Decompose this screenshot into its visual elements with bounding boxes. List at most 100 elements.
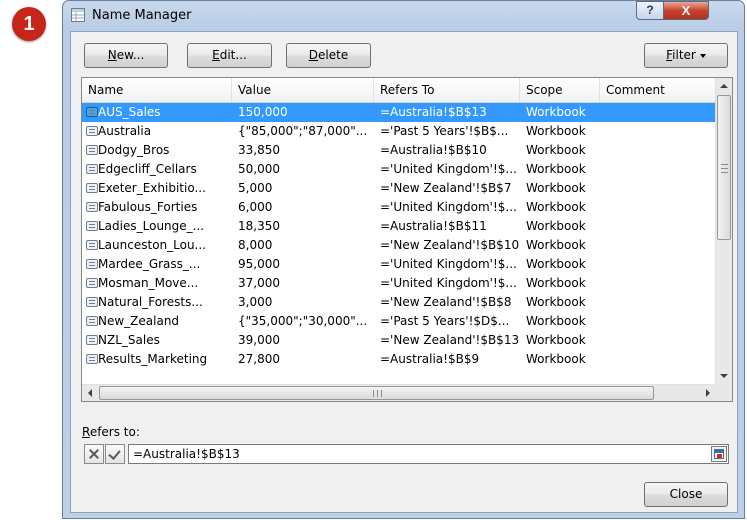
defined-name-icon: [86, 259, 98, 269]
table-row[interactable]: NZL_Sales 39,000 ='New Zealand'!$B$13 Workb…: [82, 331, 716, 350]
cell-refers-to: ='New Zealand'!$B$10: [380, 238, 520, 252]
cell-refers-to: =Australia!$B$11: [380, 219, 487, 233]
column-header-value[interactable]: Value: [232, 78, 374, 102]
defined-name-icon: [86, 240, 98, 250]
help-button[interactable]: ?: [636, 1, 664, 20]
defined-name-icon: [86, 145, 98, 155]
cell-refers-to: ='Past 5 Years'!$B$...: [380, 124, 509, 138]
table-row[interactable]: AUS_Sales 150,000 =Australia!$B$13 Workbook: [82, 103, 716, 122]
list-rows: AUS_Sales 150,000 =Australia!$B$13 Workbook…: [82, 103, 716, 369]
table-row[interactable]: Dodgy_Bros 33,850 =Australia!$B$10 Workbook: [82, 141, 716, 160]
cell-name: Fabulous_Forties: [98, 200, 198, 214]
column-header-comment[interactable]: Comment: [600, 78, 716, 102]
cell-value: {"35,000";"30,000"...: [238, 314, 368, 328]
table-row[interactable]: Ladies_Lounge_... 18,350 =Australia!$B$11 W…: [82, 217, 716, 236]
table-row[interactable]: Fabulous_Forties 6,000 ='United Kingdom'!$…: [82, 198, 716, 217]
cell-value: 18,350: [238, 219, 280, 233]
delete-button[interactable]: Delete: [286, 43, 371, 68]
defined-name-icon: [86, 164, 98, 174]
defined-name-icon: [86, 354, 98, 364]
cell-scope: Workbook: [526, 333, 586, 347]
cell-refers-to: ='United Kingdom'!$...: [380, 200, 517, 214]
vertical-scroll-thumb[interactable]: [717, 95, 731, 240]
cell-scope: Workbook: [526, 162, 586, 176]
defined-name-icon: [86, 107, 98, 117]
table-row[interactable]: New_Zealand {"35,000";"30,000"... ='Past 5…: [82, 312, 716, 331]
cell-name: New_Zealand: [98, 314, 180, 328]
defined-name-icon: [86, 202, 98, 212]
horizontal-scroll-thumb[interactable]: [99, 386, 654, 400]
cell-value: 8,000: [238, 238, 273, 252]
table-row[interactable]: Australia {"85,000";"87,000"... ='Past 5 Y…: [82, 122, 716, 141]
cell-comment: [606, 236, 706, 255]
defined-name-icon: [86, 335, 98, 345]
table-row[interactable]: Edgecliff_Cellars 50,000 ='United Kingdom'…: [82, 160, 716, 179]
new-button[interactable]: New...: [84, 43, 168, 68]
edit-button[interactable]: Edit...: [187, 43, 272, 68]
excel-app-icon: [71, 8, 85, 22]
table-row[interactable]: Exeter_Exhibitio... 5,000 ='New Zealand'!$…: [82, 179, 716, 198]
cell-refers-to: =Australia!$B$10: [380, 143, 487, 157]
defined-name-icon: [86, 316, 98, 326]
filter-button[interactable]: Filter: [644, 43, 728, 68]
cell-name: Australia: [98, 124, 152, 138]
window-close-button[interactable]: X: [663, 1, 709, 20]
cell-value: 27,800: [238, 352, 280, 366]
scroll-right-arrow-icon[interactable]: [706, 389, 710, 397]
title-bar[interactable]: Name Manager ? X: [63, 1, 744, 31]
column-header-scope[interactable]: Scope: [520, 78, 600, 102]
defined-name-icon: [86, 183, 98, 193]
cell-comment: [606, 217, 706, 236]
column-header-name[interactable]: Name: [82, 78, 232, 102]
horizontal-scrollbar[interactable]: [82, 384, 716, 401]
column-header-refers-to[interactable]: Refers To: [374, 78, 520, 102]
cell-name: Ladies_Lounge_...: [98, 219, 205, 233]
cell-value: 5,000: [238, 181, 273, 195]
names-list[interactable]: Name Value Refers To Scope Comment AUS_S…: [81, 77, 733, 402]
vertical-scrollbar[interactable]: [715, 78, 732, 384]
table-row[interactable]: Natural_Forests... 3,000 ='New Zealand'!$B…: [82, 293, 716, 312]
defined-name-icon: [86, 297, 98, 307]
cell-comment: [606, 331, 706, 350]
new-button-label: ew...: [116, 48, 145, 62]
close-button[interactable]: Close: [644, 482, 728, 507]
dialog-title: Name Manager: [92, 8, 192, 23]
cell-value: 39,000: [238, 333, 280, 347]
cell-scope: Workbook: [526, 295, 586, 309]
table-row[interactable]: Launceston_Lou... 8,000 ='New Zealand'!$B$…: [82, 236, 716, 255]
delete-button-mnemonic: D: [308, 48, 319, 62]
cell-refers-to: ='Past 5 Years'!$D$...: [380, 314, 510, 328]
scroll-up-arrow-icon[interactable]: [720, 84, 728, 88]
confirm-edit-button[interactable]: [105, 444, 125, 464]
cell-comment: [606, 141, 706, 160]
cell-name: Results_Marketing: [98, 352, 208, 366]
cell-scope: Workbook: [526, 124, 586, 138]
delete-button-label: elete: [318, 48, 349, 62]
cell-value: 95,000: [238, 257, 280, 271]
refers-to-value: =Australia!$B$13: [133, 447, 240, 461]
cell-value: {"85,000";"87,000"...: [238, 124, 368, 138]
refers-to-label-text: efers to:: [89, 425, 140, 439]
new-button-mnemonic: N: [107, 48, 117, 62]
scroll-left-arrow-icon[interactable]: [88, 389, 92, 397]
cell-name: NZL_Sales: [98, 333, 160, 347]
cancel-edit-button[interactable]: [84, 444, 104, 464]
cell-comment: [606, 103, 706, 122]
collapse-dialog-button[interactable]: [711, 446, 727, 462]
range-select-icon: [714, 449, 724, 459]
cell-value: 6,000: [238, 200, 273, 214]
grip-icon: [373, 390, 382, 397]
filter-button-label: ilter: [672, 48, 696, 62]
cell-scope: Workbook: [526, 257, 586, 271]
scroll-down-arrow-icon[interactable]: [720, 374, 728, 378]
table-row[interactable]: Mardee_Grass_... 95,000 ='United Kingdom'!…: [82, 255, 716, 274]
table-row[interactable]: Mosman_Move... 37,000 ='United Kingdom'!$.…: [82, 274, 716, 293]
edit-button-label: dit...: [219, 48, 247, 62]
dropdown-arrow-icon: [699, 53, 706, 58]
refers-to-mnemonic: R: [82, 425, 90, 439]
table-row[interactable]: Results_Marketing 27,800 =Australia!$B$9 Wo…: [82, 350, 716, 369]
defined-name-icon: [86, 278, 98, 288]
refers-to-input[interactable]: =Australia!$B$13: [128, 444, 729, 464]
cell-name: Edgecliff_Cellars: [98, 162, 197, 176]
cell-scope: Workbook: [526, 200, 586, 214]
